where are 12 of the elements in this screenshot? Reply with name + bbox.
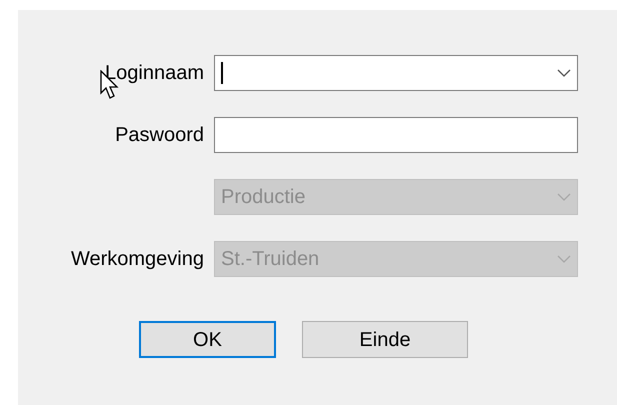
dropdown-caret-icon (557, 193, 571, 201)
password-field[interactable] (214, 117, 578, 153)
dialog-button[interactable]: OK (139, 321, 276, 358)
dialog-button[interactable]: Einde (302, 321, 468, 358)
dropdown-caret-icon (557, 255, 571, 263)
field-value: St.-Truiden (221, 249, 320, 269)
dropdown-caret-icon (557, 69, 571, 77)
field-label: Loginnaam (105, 61, 204, 86)
combo-box[interactable] (214, 55, 578, 91)
field-label: Paswoord (115, 123, 204, 148)
field-label: Werkomgeving (70, 247, 204, 272)
field-value: Productie (221, 187, 306, 207)
